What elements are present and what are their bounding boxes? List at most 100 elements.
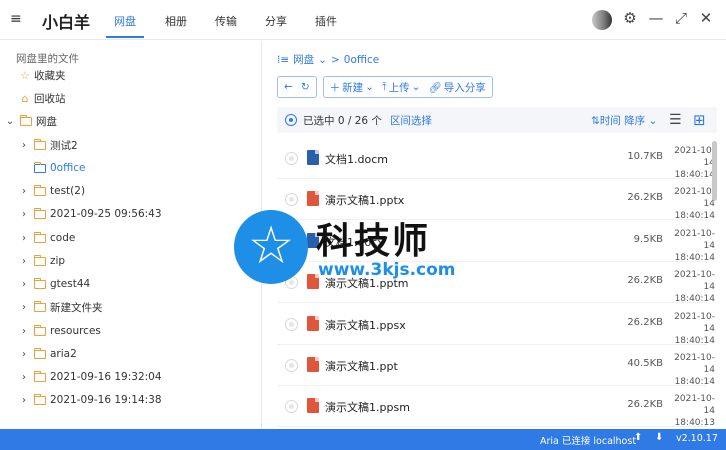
tab-album[interactable]: 相册 bbox=[165, 13, 187, 29]
tab-plugins[interactable]: 插件 bbox=[315, 13, 337, 29]
chevron-right-icon[interactable]: › bbox=[18, 233, 30, 244]
file-row[interactable]: 演示文稿1.ppt 40.5KB 2021-10-14 18:40:14 bbox=[277, 345, 715, 387]
file-size: 26.2KB bbox=[627, 275, 663, 286]
file-date: 2021-10-14 18:40:14 bbox=[674, 229, 715, 263]
sidebar-item-folder[interactable]: › 新建文件夹 bbox=[0, 296, 261, 318]
sidebar-item-folder-selected[interactable]: 0office bbox=[0, 157, 261, 179]
sidebar-item-label: test(2) bbox=[50, 185, 86, 197]
folder-icon bbox=[34, 254, 46, 266]
file-size: 10.7KB bbox=[627, 151, 663, 162]
row-checkbox[interactable] bbox=[285, 152, 298, 165]
row-checkbox[interactable] bbox=[285, 193, 298, 206]
sidebar-item-folder[interactable]: › 测试2 bbox=[0, 134, 261, 156]
chevron-down-icon[interactable]: ⌄ bbox=[4, 116, 16, 127]
upload-label: 上传 bbox=[388, 81, 410, 94]
file-name: 演示文稿1.ppt bbox=[325, 360, 398, 373]
chevron-down-icon[interactable]: ⌄ bbox=[318, 54, 327, 66]
sidebar-item-label: 新建文件夹 bbox=[50, 301, 103, 314]
file-name: 文档1.docm bbox=[325, 153, 388, 166]
back-button[interactable]: ← bbox=[284, 81, 293, 93]
file-date: 2021-10-14 18:40:14 bbox=[674, 270, 715, 304]
sidebar-item-drive[interactable]: ⌄ 网盘 bbox=[0, 110, 261, 132]
download-arrow-icon[interactable]: ⬇ bbox=[655, 432, 663, 443]
sidebar-item-label: 网盘 bbox=[36, 115, 57, 128]
file-row[interactable]: 文档1.docm 10.7KB 2021-10-14 18:40:14 bbox=[277, 138, 715, 180]
upload-arrow-icon[interactable]: ⬆ bbox=[634, 432, 642, 443]
breadcrumb-root[interactable]: 网盘 bbox=[293, 52, 314, 67]
plus-icon: ＋ bbox=[329, 81, 341, 94]
folder-icon bbox=[34, 138, 46, 150]
chevron-right-icon[interactable]: › bbox=[18, 209, 30, 220]
folder-icon bbox=[34, 300, 46, 312]
scrollbar[interactable] bbox=[712, 141, 717, 201]
sidebar-item-folder[interactable]: › zip bbox=[0, 250, 261, 272]
trash-icon: ⌂ bbox=[21, 91, 29, 105]
row-checkbox[interactable] bbox=[285, 400, 298, 413]
tab-transfer[interactable]: 传输 bbox=[215, 13, 237, 29]
settings-icon[interactable]: ⚙ bbox=[621, 9, 639, 27]
powerpoint-file-icon bbox=[307, 316, 319, 331]
file-size: 40.5KB bbox=[627, 358, 663, 369]
chevron-right-icon[interactable]: › bbox=[18, 256, 30, 267]
sidebar-item-folder[interactable]: › aria2 bbox=[0, 343, 261, 365]
star-icon: ☆ bbox=[247, 216, 295, 276]
folder-icon bbox=[34, 207, 46, 219]
file-name: 演示文稿1.ppsx bbox=[325, 319, 406, 332]
select-all-checkbox[interactable] bbox=[285, 114, 297, 126]
chevron-right-icon[interactable]: › bbox=[18, 349, 30, 360]
sort-label: 时间 降序 bbox=[599, 114, 646, 127]
drive-icon: ⁞≡ bbox=[277, 53, 290, 66]
chevron-right-icon[interactable]: › bbox=[18, 372, 30, 383]
import-share-button[interactable]: 🔗︎ 导入分享 bbox=[428, 80, 485, 95]
upload-button[interactable]: ⤒ 上传 ⌄ bbox=[382, 80, 420, 95]
new-button[interactable]: ＋ 新建 ⌄ bbox=[330, 80, 374, 95]
chevron-right-icon[interactable]: › bbox=[18, 395, 30, 406]
powerpoint-file-icon bbox=[307, 398, 319, 413]
new-label: 新建 bbox=[342, 81, 364, 94]
folder-icon bbox=[34, 184, 46, 196]
row-checkbox[interactable] bbox=[285, 318, 298, 331]
sidebar-item-label: 2021-09-16 19:14:38 bbox=[50, 394, 162, 406]
sidebar-item-folder[interactable]: › 2021-09-16 19:32:04 bbox=[0, 366, 261, 388]
sidebar-item-favorites[interactable]: ☆ 收藏夹 bbox=[0, 64, 261, 86]
tab-drive[interactable]: 网盘 bbox=[114, 13, 136, 29]
menu-icon[interactable]: ≡ bbox=[10, 11, 22, 27]
chevron-right-icon[interactable]: › bbox=[18, 140, 30, 151]
sidebar-item-folder[interactable]: › code bbox=[0, 227, 261, 249]
sidebar-item-recycle-bin[interactable]: ⌂ 回收站 bbox=[0, 87, 261, 109]
list-view-icon[interactable]: ☰ bbox=[669, 112, 682, 128]
folder-icon bbox=[34, 347, 46, 359]
file-row[interactable]: 演示文稿1.ppsx 26.2KB 2021-10-14 18:40:14 bbox=[277, 304, 715, 346]
nav-button-group: ← ↻ bbox=[277, 76, 317, 98]
sidebar-item-folder[interactable]: › 2021-09-16 19:14:38 bbox=[0, 389, 261, 411]
folder-icon bbox=[34, 231, 46, 243]
avatar[interactable] bbox=[592, 10, 612, 30]
chevron-down-icon: ⌄ bbox=[365, 81, 374, 93]
sidebar-item-label: 2021-09-16 19:32:04 bbox=[50, 371, 162, 383]
sidebar-item-folder[interactable]: › 2021-09-25 09:56:43 bbox=[0, 203, 261, 225]
upload-icon: ⤒ bbox=[381, 80, 387, 93]
sort-button[interactable]: ⇅时间 降序 ⌄ bbox=[591, 113, 657, 128]
file-date: 2021-10-14 18:40:14 bbox=[674, 312, 715, 346]
chevron-right-icon[interactable]: › bbox=[18, 186, 30, 197]
sidebar-item-folder[interactable]: › gtest44 bbox=[0, 273, 261, 295]
sidebar-item-folder[interactable]: › test(2) bbox=[0, 180, 261, 202]
chevron-right-icon[interactable]: › bbox=[18, 326, 30, 337]
sidebar-item-label: resources bbox=[50, 325, 101, 337]
refresh-button[interactable]: ↻ bbox=[301, 81, 310, 93]
range-select-link[interactable]: 区间选择 bbox=[390, 113, 432, 128]
file-row[interactable]: 演示文稿1.ppsm 26.2KB 2021-10-14 18:40:13 bbox=[277, 386, 715, 428]
grid-view-icon[interactable]: ⊞ bbox=[693, 111, 706, 129]
minimize-icon[interactable]: — bbox=[647, 9, 665, 27]
link-icon: 🔗︎ bbox=[428, 81, 442, 94]
file-date: 2021-10-14 18:40:13 bbox=[674, 394, 715, 428]
tab-share[interactable]: 分享 bbox=[265, 13, 287, 29]
close-icon[interactable]: ✕ bbox=[697, 9, 715, 27]
sidebar-item-folder[interactable]: › resources bbox=[0, 320, 261, 342]
fullscreen-icon[interactable]: ⤢ bbox=[672, 9, 690, 27]
row-checkbox[interactable] bbox=[285, 359, 298, 372]
chevron-right-icon[interactable]: › bbox=[18, 302, 30, 313]
chevron-right-icon[interactable]: › bbox=[18, 279, 30, 290]
breadcrumb-current[interactable]: 0office bbox=[344, 54, 380, 66]
watermark-url: www.3kjs.com bbox=[318, 260, 456, 280]
